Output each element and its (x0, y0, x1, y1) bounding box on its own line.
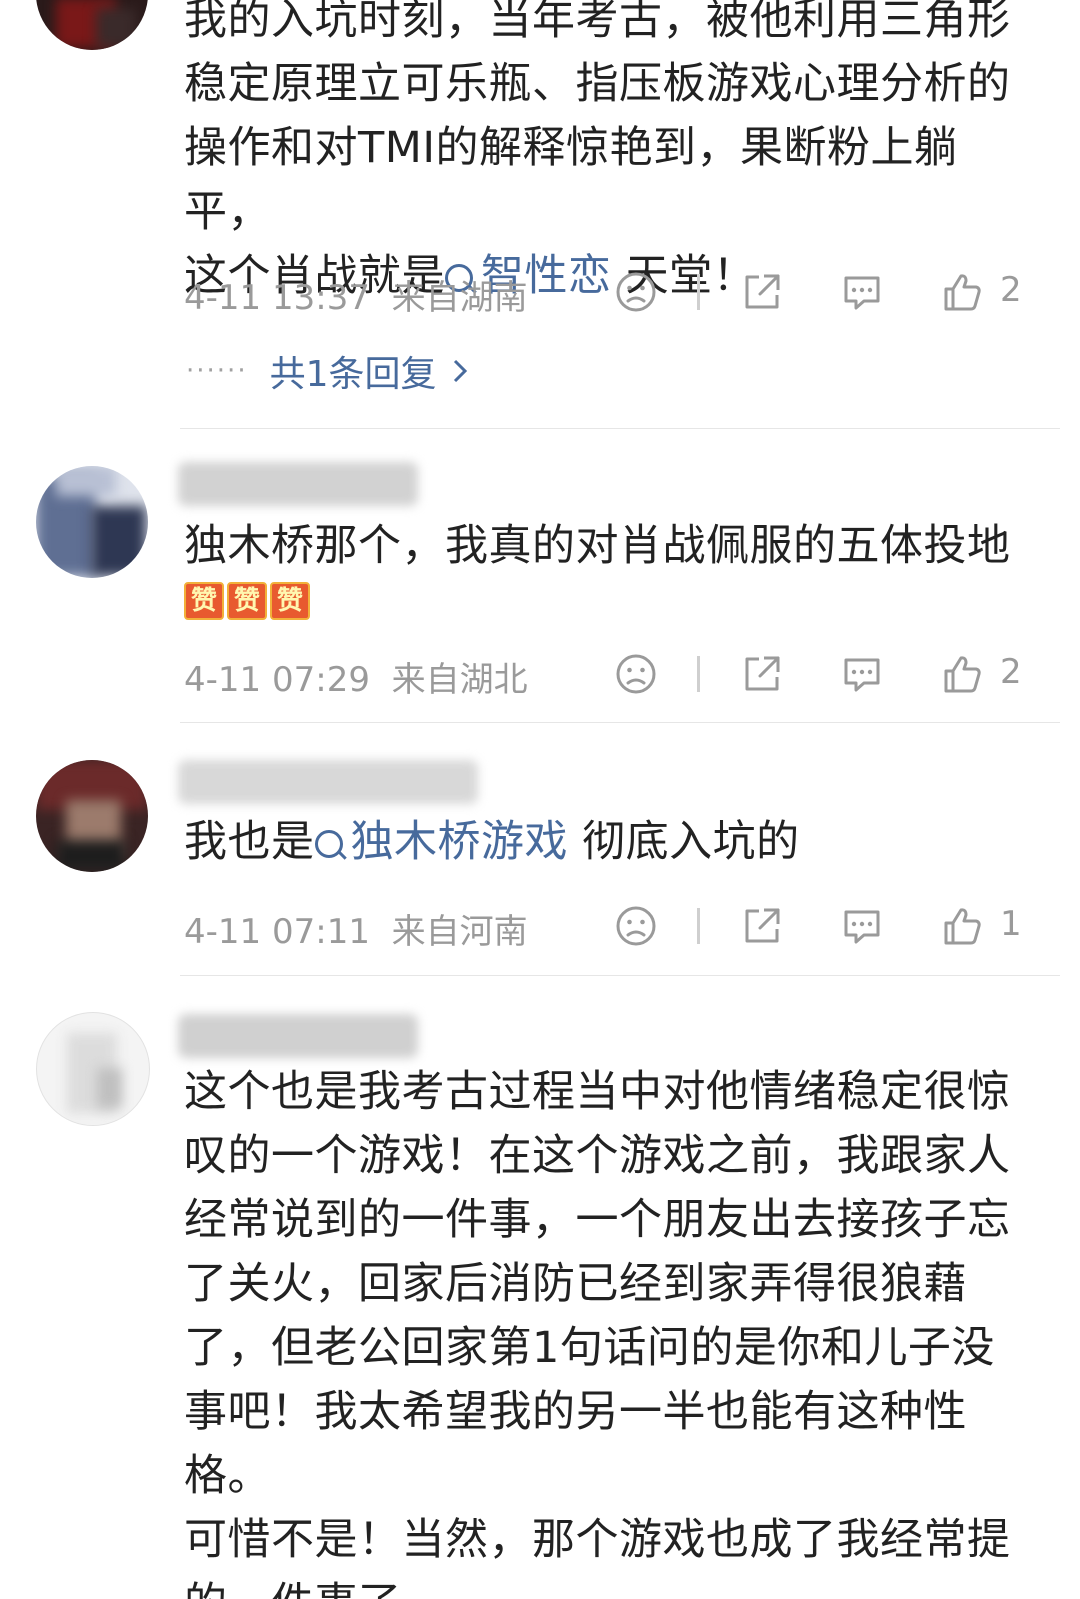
zan-emoji: 赞 (227, 582, 267, 620)
thumbs-up-icon[interactable] (938, 268, 986, 316)
divider (697, 908, 700, 944)
emoji-row: 赞赞赞 (184, 582, 313, 622)
comment-text-line: 可惜不是！当然，那个游戏也成了我经常提 (184, 1515, 1011, 1565)
zan-emoji: 赞 (270, 582, 310, 620)
topic-link[interactable]: 独木桥游戏 (314, 817, 569, 867)
avatar[interactable] (36, 760, 148, 872)
sad-face-icon[interactable] (612, 902, 660, 950)
divider (697, 274, 700, 310)
zan-emoji: 赞 (184, 582, 224, 620)
comment-text: 这个也是我考古过程当中对他情绪稳定很惊 叹的一个游戏！在这个游戏之前，我跟家人 … (184, 1060, 1044, 1599)
comment-text-line: 事吧！我太希望我的另一半也能有这种性格。 (184, 1387, 967, 1501)
share-icon[interactable] (738, 902, 786, 950)
username[interactable] (178, 462, 418, 506)
avatar[interactable] (36, 1012, 150, 1126)
comment-text-line: 我的入坑时刻，当年考古，被他利用三角形 (184, 0, 1011, 45)
timestamp: 4-11 07:29 (184, 660, 370, 700)
sad-face-icon[interactable] (612, 650, 660, 698)
search-icon (314, 830, 343, 858)
comment-list: 我的入坑时刻，当年考古，被他利用三角形 稳定原理立可乐瓶、指压板游戏心理分析的 … (0, 0, 1080, 1599)
replies-label: 共1条回复 (269, 354, 437, 395)
comment-text-line: 经常说到的一件事，一个朋友出去接孩子忘 (184, 1195, 1011, 1245)
dots-icon: ······ (186, 356, 248, 386)
like-count: 1 (1000, 904, 1022, 944)
comment-time: 4-11 13:37 来自湖南 (184, 270, 528, 319)
comment-text: 我也是 独木桥游戏 彻底入坑的 (184, 810, 1044, 874)
comment-time: 4-11 07:11 来自河南 (184, 904, 528, 953)
chevron-right-icon (453, 359, 467, 383)
thumbs-up-icon[interactable] (938, 902, 986, 950)
location: 来自湖南 (391, 278, 528, 318)
sad-face-icon[interactable] (612, 268, 660, 316)
comment-meta: 4-11 07:29 来自湖北 2 (0, 644, 1080, 704)
like-count: 2 (1000, 270, 1022, 310)
username[interactable] (178, 1014, 418, 1058)
comment-meta: 4-11 13:37 来自湖南 2 (0, 262, 1080, 322)
comment-bubble-icon[interactable] (838, 268, 886, 316)
comment-text-line: 了，但老公回家第1句话问的是你和儿子没 (184, 1323, 995, 1373)
comment-text: 独木桥那个，我真的对肖战佩服的五体投地 (184, 514, 1044, 578)
timestamp: 4-11 13:37 (184, 278, 370, 318)
comment-time: 4-11 07:29 来自湖北 (184, 652, 528, 701)
timestamp: 4-11 07:11 (184, 912, 370, 952)
divider (180, 428, 1060, 429)
avatar[interactable] (36, 0, 148, 50)
comment-bubble-icon[interactable] (838, 650, 886, 698)
topic-label: 独木桥游戏 (350, 817, 568, 867)
comment-text-line: 操作和对TMI的解释惊艳到，果断粉上躺平， (184, 123, 958, 237)
divider (180, 975, 1060, 976)
divider (697, 656, 700, 692)
share-icon[interactable] (738, 650, 786, 698)
divider (180, 722, 1060, 723)
comment-text-line: 稳定原理立可乐瓶、指压板游戏心理分析的 (184, 59, 1011, 109)
avatar[interactable] (36, 466, 148, 578)
like-count: 2 (1000, 652, 1022, 692)
comment-text-line: 叹的一个游戏！在这个游戏之前，我跟家人 (184, 1131, 1011, 1181)
comment-text-line: 的一件事了。 (184, 1572, 1044, 1599)
comment-text-line: 了关火，回家后消防已经到家弄得很狼藉 (184, 1259, 967, 1309)
comment-text-line: 我也是 独木桥游戏 彻底入坑的 (184, 810, 1044, 874)
comment-meta: 4-11 07:11 来自河南 1 (0, 896, 1080, 956)
location: 来自湖北 (391, 660, 528, 700)
username[interactable] (178, 760, 478, 804)
text-segment: 我也是 (184, 817, 315, 867)
comment-text-line: 这个也是我考古过程当中对他情绪稳定很惊 (184, 1067, 1011, 1117)
comment-bubble-icon[interactable] (838, 902, 886, 950)
view-replies-link[interactable]: ······ 共1条回复 (186, 345, 471, 395)
location: 来自河南 (391, 912, 528, 952)
share-icon[interactable] (738, 268, 786, 316)
thumbs-up-icon[interactable] (938, 650, 986, 698)
text-segment: 彻底入坑的 (568, 817, 800, 867)
comment-text-line: 独木桥那个，我真的对肖战佩服的五体投地 (184, 521, 1011, 571)
